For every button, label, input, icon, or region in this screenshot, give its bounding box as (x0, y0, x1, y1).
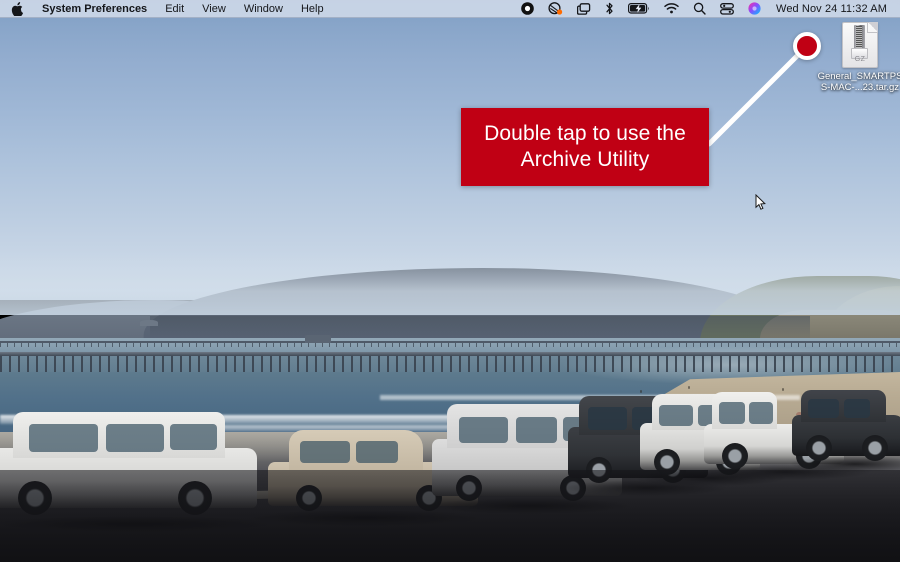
file-extension-label: GZ (842, 56, 878, 63)
wallpaper-car-dark-suv-2 (792, 390, 900, 456)
wallpaper-pier-building (305, 335, 331, 343)
macos-menu-bar: System Preferences Edit View Window Help (0, 0, 900, 18)
menu-item-help[interactable]: Help (292, 0, 333, 17)
annotation-callout: Double tap to use the Archive Utility (461, 108, 709, 186)
desktop-wallpaper (0, 0, 900, 562)
wallpaper-pier-building-far (140, 320, 158, 326)
screen-recording-stop-icon[interactable] (514, 0, 541, 17)
wallpaper-haze (0, 255, 900, 315)
apple-logo-icon[interactable] (0, 0, 33, 17)
menu-bar-app-menus: System Preferences Edit View Window Help (0, 0, 333, 17)
screen-sharing-icon[interactable] (541, 0, 570, 17)
battery-charging-icon[interactable] (621, 0, 657, 17)
menu-bar-clock[interactable]: Wed Nov 24 11:32 AM (768, 3, 891, 15)
mouse-cursor (755, 194, 767, 216)
bluetooth-icon[interactable] (598, 0, 621, 17)
gzip-archive-file-icon: GZ (842, 22, 878, 68)
desktop-screen: System Preferences Edit View Window Help (0, 0, 900, 562)
menu-bar-status-items: Wed Nov 24 11:32 AM (514, 0, 900, 17)
menu-item-view[interactable]: View (193, 0, 235, 17)
wallpaper-pier-near (0, 352, 900, 374)
wallpaper-lot-shadow (0, 470, 900, 562)
spotlight-search-icon[interactable] (686, 0, 713, 17)
wallpaper-pier-far (0, 341, 900, 346)
mission-control-icon[interactable] (570, 0, 598, 17)
menu-item-window[interactable]: Window (235, 0, 292, 17)
control-center-icon[interactable] (713, 0, 741, 17)
siri-icon[interactable] (741, 0, 768, 17)
desktop-file-name: General_SMARTPS S-MAC-...23.tar.gz (818, 71, 900, 93)
desktop-file-archive[interactable]: GZ General_SMARTPS S-MAC-...23.tar.gz (826, 22, 894, 98)
callout-text-line-1: Double tap to use the (484, 121, 686, 147)
menu-item-edit[interactable]: Edit (156, 0, 193, 17)
annotation-marker-dot (793, 32, 821, 60)
callout-text-line-2: Archive Utility (521, 147, 650, 173)
file-name-line-2: S-MAC-...23.tar.gz (818, 82, 900, 93)
wifi-icon[interactable] (657, 0, 686, 17)
menu-item-system-preferences[interactable]: System Preferences (33, 0, 156, 17)
file-name-line-1: General_SMARTPS (818, 71, 900, 82)
